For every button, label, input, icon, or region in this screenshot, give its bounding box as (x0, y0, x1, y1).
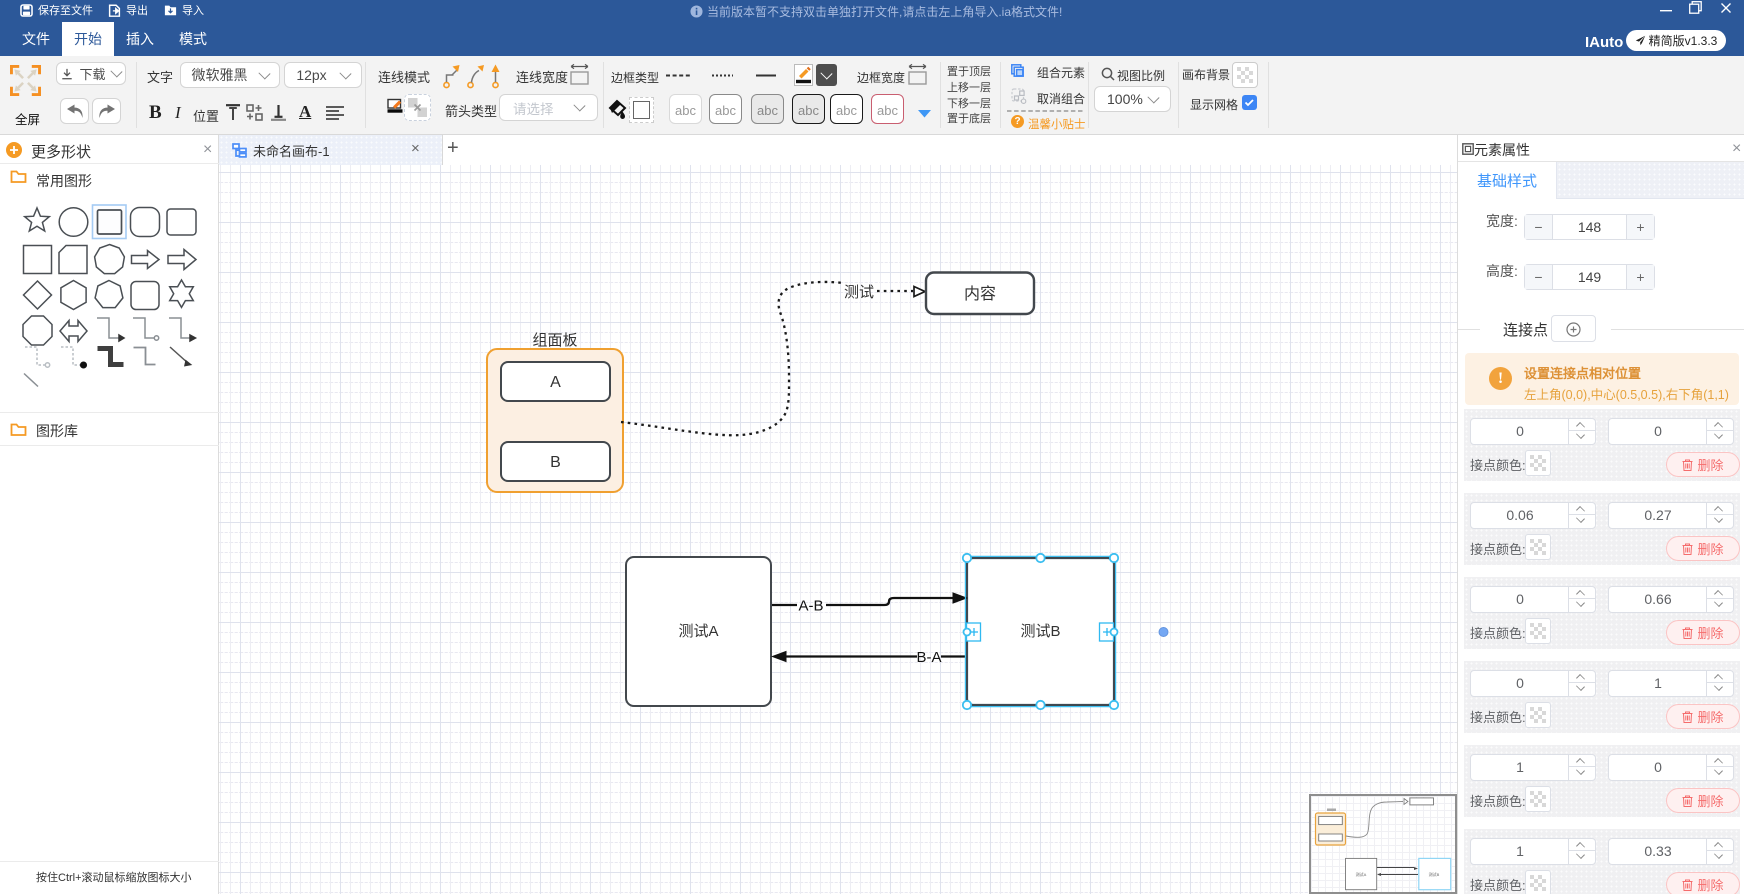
svg-text:B-A: B-A (916, 649, 941, 666)
svg-text:测试: 测试 (844, 281, 874, 302)
svg-text:组面板: 组面板 (532, 329, 577, 350)
svg-text:内容: 内容 (964, 280, 996, 304)
svg-text:A: A (550, 374, 561, 391)
svg-text:测试B: 测试B (1020, 620, 1060, 641)
svg-text:测试A: 测试A (1356, 871, 1367, 878)
svg-text:B: B (550, 454, 561, 471)
svg-text:A-B: A-B (798, 598, 823, 615)
svg-text:测试B: 测试B (1429, 871, 1440, 878)
svg-text:测试A: 测试A (678, 620, 718, 641)
